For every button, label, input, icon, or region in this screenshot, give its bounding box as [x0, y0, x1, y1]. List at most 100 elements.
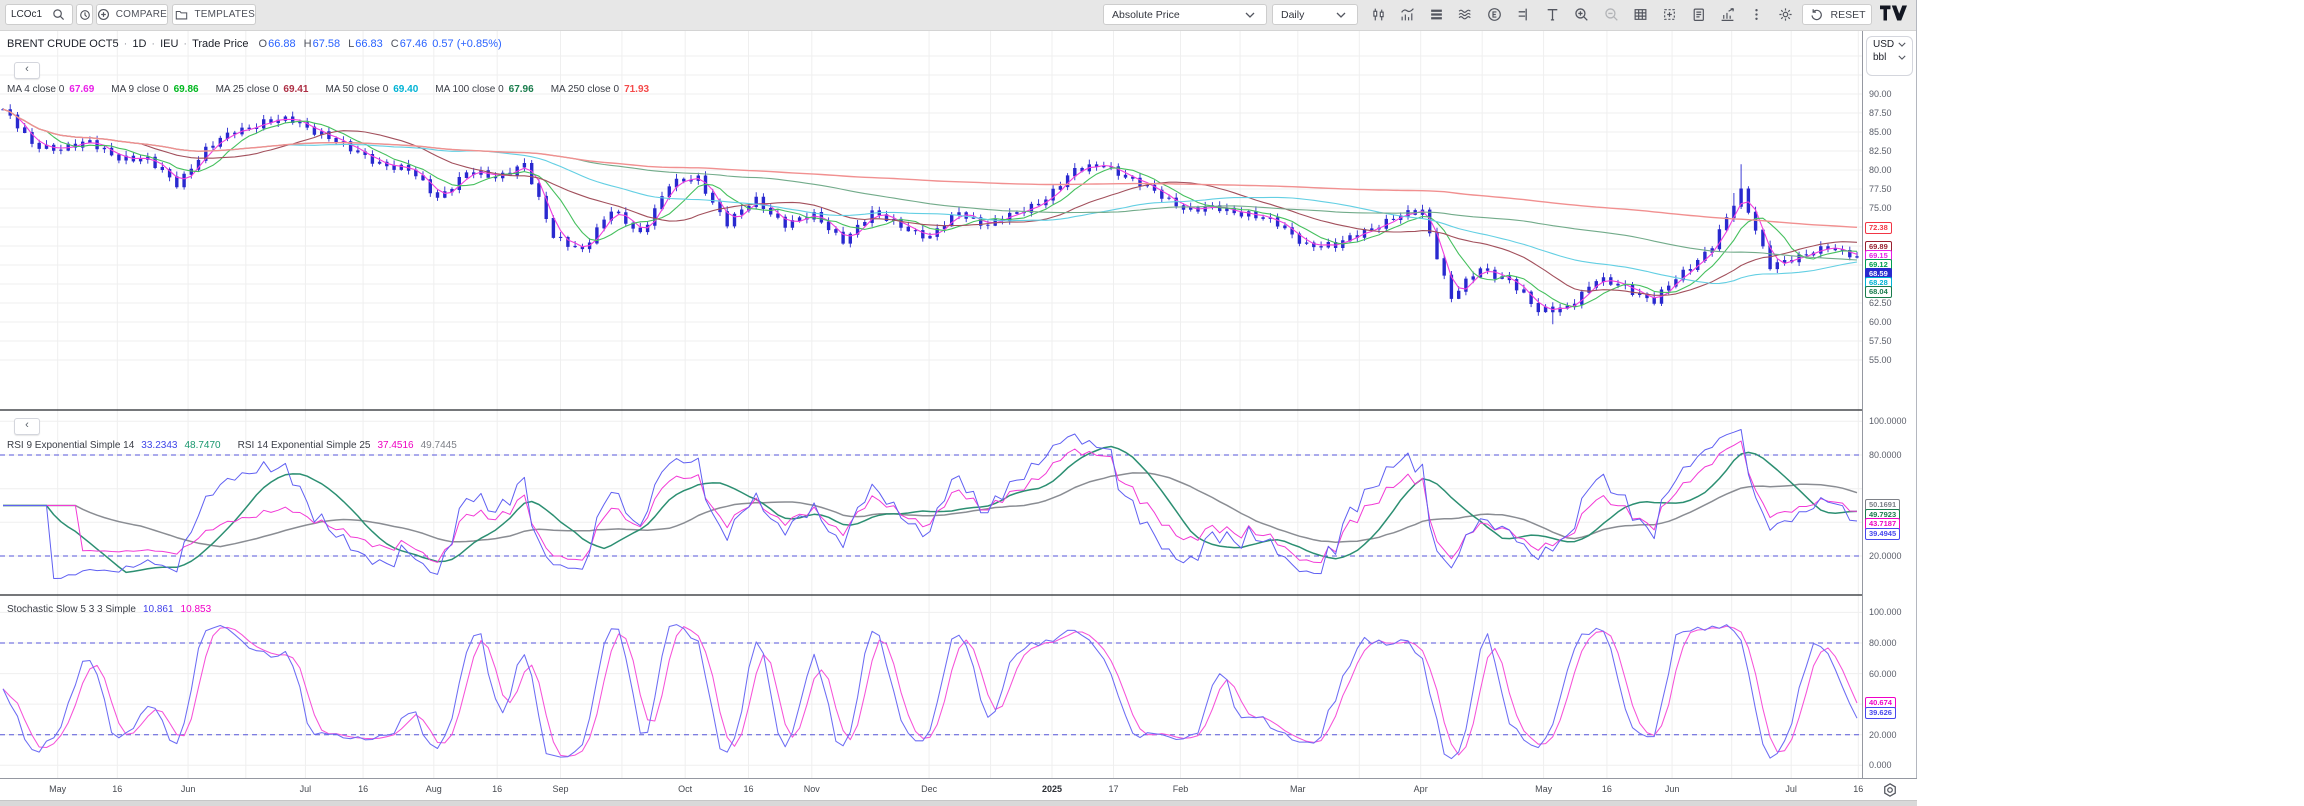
chart-canvas[interactable] — [0, 30, 1862, 778]
price-axis[interactable]: USD bbl 90.00 87.50 85.00 82.50 80.00 77.50 75… — [1862, 30, 1916, 778]
legend-item: RSI 14 Exponential Simple 25 — [238, 440, 371, 451]
ma-legend-item: MA 4 close 067.69 — [7, 84, 94, 95]
ma-legend-item: MA 50 close 069.40 — [325, 84, 418, 95]
time-tick: Apr — [1414, 784, 1428, 794]
news-icon[interactable] — [1690, 6, 1707, 23]
price-tick: 87.50 — [1869, 108, 1892, 118]
chart-stats-icon[interactable] — [1719, 6, 1736, 23]
templates-button[interactable]: TEMPLATES — [172, 4, 256, 25]
waves-icon[interactable] — [1457, 6, 1474, 23]
legend-item: 10.853 — [181, 604, 212, 615]
templates-label: TEMPLATES — [194, 9, 255, 20]
price-type: Trade Price — [192, 38, 248, 50]
change-value: 0.57 (+0.85%) — [432, 38, 501, 50]
price-tick: 20.0000 — [1869, 551, 1902, 561]
time-tick: 16 — [492, 784, 502, 794]
price-tick: 80.0000 — [1869, 450, 1902, 460]
price-tick: 0.000 — [1869, 760, 1892, 770]
price-label-chip: 39.4945 — [1865, 528, 1900, 540]
zoom-out-icon[interactable] — [1603, 6, 1620, 23]
candlestick-icon[interactable] — [1370, 6, 1387, 23]
collapse-rsi-pane-button[interactable]: ‹ — [14, 418, 40, 435]
bottom-scroll-strip[interactable] — [0, 800, 1917, 806]
tradingview-logo[interactable] — [1880, 5, 1908, 23]
time-tick: Jul — [1785, 784, 1797, 794]
legend-item: 37.4516 — [377, 440, 413, 451]
time-tick: Mar — [1290, 784, 1306, 794]
unit-select[interactable]: bbl — [1867, 50, 1912, 63]
chevron-down-icon — [1898, 55, 1906, 60]
ohlc-value: C67.46 — [390, 38, 427, 50]
table-icon[interactable] — [1632, 6, 1649, 23]
legend-item: 49.7445 — [421, 440, 457, 451]
time-tick: Feb — [1173, 784, 1189, 794]
price-tick: 57.50 — [1869, 336, 1892, 346]
currency-select[interactable]: USD — [1867, 37, 1912, 50]
ohlc-value: L66.83 — [347, 38, 383, 50]
price-tick: 77.50 — [1869, 184, 1892, 194]
ma-legend-item: MA 9 close 069.86 — [111, 84, 198, 95]
pane-settings-gear-icon[interactable] — [1882, 782, 1898, 798]
text-tool-icon[interactable] — [1544, 6, 1561, 23]
exchange: IEU — [160, 38, 178, 50]
levels-icon[interactable] — [1515, 6, 1532, 23]
chevron-down-icon — [1332, 6, 1349, 23]
time-tick: Sep — [552, 784, 568, 794]
interval-select[interactable]: Daily — [1272, 4, 1358, 25]
price-tick: 85.00 — [1869, 127, 1892, 137]
ohlc-value: H67.58 — [303, 38, 340, 50]
time-tick: Jul — [300, 784, 312, 794]
ma-legend: MA 4 close 067.69 MA 9 close 069.86 MA 25 … — [7, 84, 649, 95]
time-tick: Jun — [181, 784, 196, 794]
zoom-in-icon[interactable] — [1573, 6, 1590, 23]
folder-icon — [173, 6, 189, 23]
events-icon[interactable] — [1486, 6, 1503, 23]
settings-icon[interactable] — [1777, 6, 1794, 23]
time-tick: 16 — [1853, 784, 1863, 794]
rows-icon[interactable] — [1428, 6, 1445, 23]
price-tick: 20.000 — [1869, 730, 1897, 740]
unit-selector-box: USD bbl — [1866, 36, 1913, 76]
toolbar-icon-row — [1370, 4, 1794, 25]
price-tick: 62.50 — [1869, 298, 1892, 308]
time-tick: 16 — [112, 784, 122, 794]
ma-legend-item: MA 25 close 069.41 — [216, 84, 309, 95]
price-mode-value: Absolute Price — [1112, 9, 1180, 21]
price-tick: 82.50 — [1869, 146, 1892, 156]
expand-icon[interactable] — [1661, 6, 1678, 23]
chart-window: LCOc1 COMPARE TEMPLATES — [0, 0, 1917, 806]
time-tick: 17 — [1108, 784, 1118, 794]
clock-icon[interactable] — [76, 4, 93, 25]
ma-legend-item: MA 100 close 067.96 — [435, 84, 533, 95]
price-tick: 80.00 — [1869, 165, 1892, 175]
time-tick: Dec — [921, 784, 937, 794]
time-tick: May — [1535, 784, 1552, 794]
collapse-main-pane-button[interactable]: ‹ — [14, 62, 40, 79]
time-tick: 16 — [1602, 784, 1612, 794]
legend-item: 48.7470 — [184, 440, 220, 451]
histogram-line-icon[interactable] — [1399, 6, 1416, 23]
price-tick: 90.00 — [1869, 89, 1892, 99]
price-tick: 100.000 — [1869, 607, 1902, 617]
time-tick: 16 — [743, 784, 753, 794]
price-tick: 60.00 — [1869, 317, 1892, 327]
reset-label: RESET — [1830, 9, 1865, 21]
chevron-down-icon — [1898, 42, 1906, 47]
compare-label: COMPARE — [116, 9, 167, 20]
time-tick: Aug — [426, 784, 442, 794]
compare-button[interactable]: COMPARE — [96, 4, 168, 25]
symbol-text: LCOc1 — [11, 9, 42, 20]
price-label-chip: 68.04 — [1865, 286, 1892, 298]
time-tick: 2025 — [1042, 784, 1062, 794]
time-tick: Jun — [1665, 784, 1680, 794]
price-tick: 75.00 — [1869, 203, 1892, 213]
price-tick: 80.000 — [1869, 638, 1897, 648]
time-axis[interactable]: May16JunJul16Aug16SepOct16NovDec202517Fe… — [0, 778, 1917, 800]
price-mode-select[interactable]: Absolute Price — [1103, 4, 1267, 25]
more-icon[interactable] — [1748, 6, 1765, 23]
timeframe: 1D — [132, 38, 146, 50]
symbol-search-input[interactable]: LCOc1 — [5, 4, 73, 25]
price-tick: 55.00 — [1869, 355, 1892, 365]
reset-button[interactable]: RESET — [1802, 4, 1872, 25]
time-tick: 16 — [358, 784, 368, 794]
